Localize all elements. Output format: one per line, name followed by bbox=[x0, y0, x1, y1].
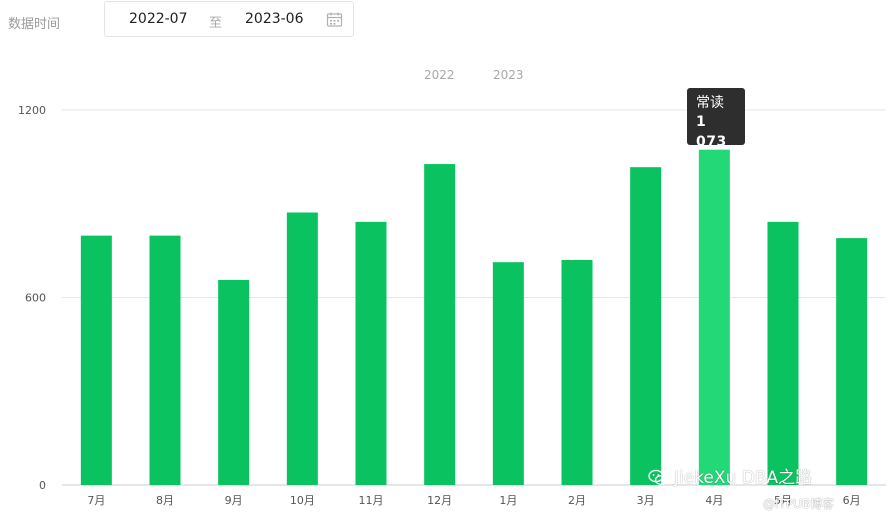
y-axis-ticks: 0 600 1200 bbox=[18, 104, 46, 492]
x-tick-label: 8月 bbox=[156, 494, 174, 507]
chart-bars bbox=[80, 149, 868, 486]
x-tick-label: 10月 bbox=[290, 494, 315, 507]
tooltip-series-name: 常读 bbox=[696, 95, 724, 111]
x-tick-label: 1月 bbox=[499, 494, 517, 507]
y-tick-label: 600 bbox=[25, 292, 46, 305]
bar[interactable] bbox=[767, 221, 799, 485]
x-tick-label: 6月 bbox=[843, 494, 861, 507]
wechat-icon bbox=[648, 469, 668, 486]
bar-chart: 06001200 7月 8月 9月 10月 11月 12月 1月 2月 3月 4月 5月 6月 bbox=[18, 104, 886, 507]
bar[interactable] bbox=[561, 260, 593, 485]
chart-page: 数据时间 2022-07 至 2023-06 2022 2023 0 600 120… bbox=[0, 0, 890, 518]
bar[interactable] bbox=[80, 235, 112, 485]
bar[interactable] bbox=[424, 164, 456, 485]
bar[interactable] bbox=[149, 235, 181, 485]
bar[interactable] bbox=[836, 238, 868, 485]
bar[interactable] bbox=[698, 149, 730, 485]
watermark-text: JiekeXu DBA之路 bbox=[674, 468, 813, 488]
x-tick-label: 9月 bbox=[225, 494, 243, 507]
x-tick-label: 3月 bbox=[637, 494, 655, 507]
x-tick-label: 2月 bbox=[568, 494, 586, 507]
watermark-source: @ITPUB博客 bbox=[763, 497, 835, 511]
watermark: JiekeXu DBA之路 bbox=[648, 463, 812, 488]
x-tick-label: 4月 bbox=[705, 494, 723, 507]
x-tick-label: 12月 bbox=[427, 494, 452, 507]
tooltip-value: 1 073 bbox=[696, 114, 727, 150]
bar[interactable] bbox=[492, 262, 524, 485]
bar-tooltip: 常读 1 073 bbox=[687, 88, 745, 150]
bar[interactable] bbox=[218, 280, 250, 485]
y-tick-label: 0 bbox=[39, 479, 46, 492]
chart-gridlines bbox=[62, 109, 886, 486]
x-tick-label: 7月 bbox=[87, 494, 105, 507]
x-axis-ticks: 7月 8月 9月 10月 11月 12月 1月 2月 3月 4月 5月 6月 bbox=[87, 494, 860, 507]
bar[interactable] bbox=[630, 167, 662, 485]
y-tick-label: 1200 bbox=[18, 104, 46, 117]
x-tick-label: 11月 bbox=[359, 494, 384, 507]
bar[interactable] bbox=[355, 221, 387, 485]
bar[interactable] bbox=[286, 212, 318, 486]
